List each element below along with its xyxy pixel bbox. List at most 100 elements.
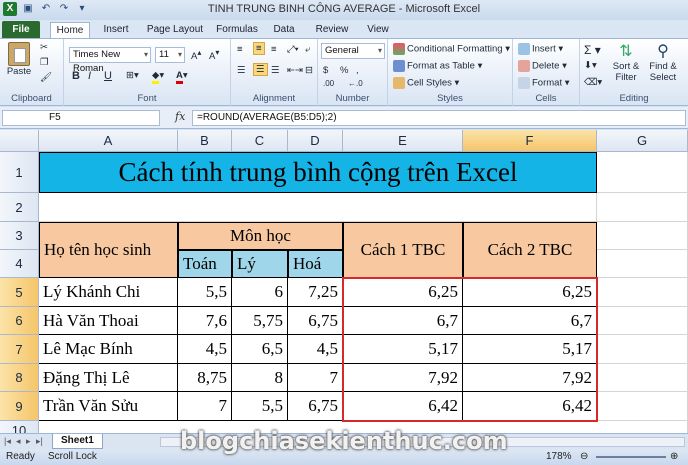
fx-icon[interactable]: fx <box>175 110 185 123</box>
last-sheet-icon[interactable]: ▸| <box>36 436 43 447</box>
column-header-e[interactable]: E <box>343 130 463 152</box>
tab-page-layout[interactable]: Page Layout <box>142 22 208 38</box>
increase-decimal-button[interactable]: .00 <box>323 79 334 88</box>
header-method-2[interactable]: Cách 2 TBC <box>463 222 597 278</box>
sort-filter-button[interactable]: ⇅ Sort & Filter <box>608 43 644 83</box>
format-as-table-button[interactable]: Format as Table ▾ <box>393 60 482 72</box>
indent-icon[interactable]: ⇤⇥ <box>287 65 303 76</box>
cut-icon[interactable]: ✂ <box>40 42 48 53</box>
format-painter-icon[interactable]: 🖌 <box>40 72 52 83</box>
tab-view[interactable]: View <box>360 22 396 38</box>
column-header-f[interactable]: F <box>463 130 597 152</box>
bold-button[interactable]: B <box>72 70 80 82</box>
next-sheet-icon[interactable]: ▸ <box>26 436 31 447</box>
name-box[interactable]: F5 <box>2 110 160 126</box>
row-header-9[interactable]: 9 <box>0 392 39 421</box>
paste-button[interactable]: Paste <box>6 42 32 77</box>
fill-icon[interactable]: ⬇▾ <box>584 60 597 71</box>
zoom-out-icon[interactable]: ⊖ <box>580 451 588 462</box>
prev-sheet-icon[interactable]: ◂ <box>16 436 21 447</box>
row-header-8[interactable]: 8 <box>0 364 39 392</box>
column-header-b[interactable]: B <box>178 130 232 152</box>
first-sheet-icon[interactable]: |◂ <box>4 436 11 447</box>
row-header-5[interactable]: 5 <box>0 278 39 307</box>
zoom-slider[interactable] <box>596 456 666 458</box>
cell-g3[interactable] <box>597 222 688 250</box>
insert-cells-button[interactable]: Insert ▾ <box>518 43 563 55</box>
score-toan-cell[interactable]: 4,5 <box>178 335 232 364</box>
column-header-d[interactable]: D <box>288 130 343 152</box>
tbc-method-2-cell[interactable]: 5,17 <box>463 335 597 364</box>
column-header-a[interactable]: A <box>39 130 178 152</box>
row-header-4[interactable]: 4 <box>0 250 39 278</box>
italic-button[interactable]: I <box>88 70 91 82</box>
score-ly-cell[interactable]: 5,75 <box>232 307 288 335</box>
merge-center-icon[interactable]: ⊟ <box>305 65 313 76</box>
tab-data[interactable]: Data <box>266 22 302 38</box>
student-name-cell[interactable]: Trần Văn Sửu <box>39 392 178 421</box>
percent-button[interactable]: % <box>340 65 348 76</box>
score-toan-cell[interactable]: 8,75 <box>178 364 232 392</box>
row-header-2[interactable]: 2 <box>0 193 39 222</box>
score-ly-cell[interactable]: 6 <box>232 278 288 307</box>
cell-g9[interactable] <box>597 392 688 421</box>
cell-g7[interactable] <box>597 335 688 364</box>
wrap-text-icon[interactable]: ⤶ <box>305 44 310 55</box>
student-name-cell[interactable]: Đặng Thị Lê <box>39 364 178 392</box>
header-subject-hoa[interactable]: Hoá <box>288 250 343 278</box>
header-student-name[interactable]: Họ tên học sinh <box>39 222 178 278</box>
cell-g1[interactable] <box>597 152 688 193</box>
tbc-method-2-cell[interactable]: 6,25 <box>463 278 597 307</box>
score-hoa-cell[interactable]: 6,75 <box>288 307 343 335</box>
header-subjects[interactable]: Môn học <box>178 222 343 250</box>
student-name-cell[interactable]: Lê Mạc Bính <box>39 335 178 364</box>
conditional-formatting-button[interactable]: Conditional Formatting ▾ <box>393 43 510 55</box>
autosum-button[interactable]: Σ ▾ <box>584 43 601 57</box>
score-hoa-cell[interactable]: 7,25 <box>288 278 343 307</box>
tab-formulas[interactable]: Formulas <box>212 22 262 38</box>
score-ly-cell[interactable]: 5,5 <box>232 392 288 421</box>
delete-cells-button[interactable]: Delete ▾ <box>518 60 567 72</box>
header-subject-ly[interactable]: Lý <box>232 250 288 278</box>
borders-icon[interactable]: ⊞▾ <box>126 70 139 81</box>
sheet-tab-sheet1[interactable]: Sheet1 <box>52 434 103 449</box>
select-all-corner[interactable] <box>0 130 39 152</box>
score-hoa-cell[interactable]: 7 <box>288 364 343 392</box>
align-right-icon[interactable]: ☰ <box>271 65 280 76</box>
number-format-combo[interactable]: General <box>321 43 385 59</box>
shrink-font-icon[interactable]: A▾ <box>209 48 219 62</box>
align-bottom-icon[interactable]: ≡ <box>271 44 277 55</box>
row-header-3[interactable]: 3 <box>0 222 39 250</box>
copy-icon[interactable]: ❐ <box>40 57 49 68</box>
cell-g2[interactable] <box>597 193 688 222</box>
tbc-method-2-cell[interactable]: 6,7 <box>463 307 597 335</box>
grow-font-icon[interactable]: A▴ <box>191 48 201 62</box>
tbc-method-2-cell[interactable]: 7,92 <box>463 364 597 392</box>
score-ly-cell[interactable]: 6,5 <box>232 335 288 364</box>
header-subject-toan[interactable]: Toán <box>178 250 232 278</box>
header-method-1[interactable]: Cách 1 TBC <box>343 222 463 278</box>
cell-g8[interactable] <box>597 364 688 392</box>
cell-styles-button[interactable]: Cell Styles ▾ <box>393 77 459 89</box>
align-center-icon[interactable]: ☰ <box>253 63 268 76</box>
comma-button[interactable]: , <box>356 65 359 76</box>
orientation-icon[interactable]: ⤢▾ <box>287 44 299 55</box>
currency-button[interactable]: $ <box>323 65 328 76</box>
cell-g4[interactable] <box>597 250 688 278</box>
font-name-combo[interactable]: Times New Roman <box>69 47 151 74</box>
score-toan-cell[interactable]: 7 <box>178 392 232 421</box>
tbc-method-1-cell[interactable]: 7,92 <box>343 364 463 392</box>
column-header-c[interactable]: C <box>232 130 288 152</box>
row-header-1[interactable]: 1 <box>0 152 39 193</box>
underline-button[interactable]: U <box>104 70 112 82</box>
student-name-cell[interactable]: Lý Khánh Chi <box>39 278 178 307</box>
align-top-icon[interactable]: ≡ <box>237 44 243 55</box>
zoom-in-icon[interactable]: ⊕ <box>670 451 678 462</box>
row-header-10[interactable]: 10 <box>0 421 39 433</box>
row-header-7[interactable]: 7 <box>0 335 39 364</box>
column-header-g[interactable]: G <box>597 130 688 152</box>
find-select-button[interactable]: ⚲ Find & Select <box>644 43 682 83</box>
score-hoa-cell[interactable]: 4,5 <box>288 335 343 364</box>
tbc-method-1-cell[interactable]: 5,17 <box>343 335 463 364</box>
decrease-decimal-button[interactable]: ←.0 <box>348 79 363 88</box>
